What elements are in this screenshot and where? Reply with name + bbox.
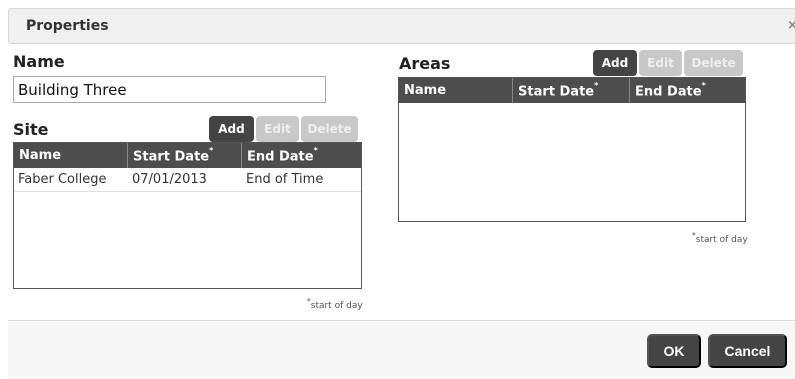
areas-col-start-date[interactable]: Start Date* xyxy=(513,78,630,103)
cancel-button[interactable]: Cancel xyxy=(708,334,787,368)
areas-delete-button[interactable]: Delete xyxy=(684,50,743,76)
footnote-mark: * xyxy=(594,81,599,90)
areas-add-button[interactable]: Add xyxy=(593,50,637,76)
site-edit-button[interactable]: Edit xyxy=(256,116,299,142)
areas-edit-button[interactable]: Edit xyxy=(639,50,682,76)
site-delete-button[interactable]: Delete xyxy=(301,116,358,142)
areas-label: Areas xyxy=(399,54,451,73)
areas-grid-header: Name Start Date* End Date* xyxy=(399,78,745,103)
ok-button[interactable]: OK xyxy=(647,334,701,368)
areas-grid: Name Start Date* End Date* xyxy=(398,77,746,222)
close-icon[interactable]: × xyxy=(787,18,795,33)
site-cell-end: End of Time xyxy=(246,172,324,187)
site-col-end-date[interactable]: End Date* xyxy=(242,143,361,168)
dialog-titlebar: Properties × xyxy=(8,8,795,44)
areas-footnote: *start of day xyxy=(692,231,748,245)
site-label: Site xyxy=(13,120,49,139)
footnote-mark: * xyxy=(701,81,706,90)
site-cell-start: 07/01/2013 xyxy=(132,172,207,187)
table-row[interactable]: Faber College 07/01/2013 End of Time xyxy=(14,168,361,192)
dialog-title: Properties xyxy=(26,18,109,34)
site-cell-name: Faber College xyxy=(18,172,107,187)
site-grid: Name Start Date* End Date* Faber College… xyxy=(13,142,362,289)
site-grid-header: Name Start Date* End Date* xyxy=(14,143,361,168)
site-col-name[interactable]: Name xyxy=(14,143,128,168)
footnote-mark: * xyxy=(209,146,214,155)
name-label: Name xyxy=(13,52,65,71)
site-col-start-date[interactable]: Start Date* xyxy=(128,143,242,168)
areas-col-end-date[interactable]: End Date* xyxy=(630,78,745,103)
properties-dialog: Properties × Name Site Add Edit Delete N… xyxy=(0,0,795,379)
name-input[interactable] xyxy=(13,76,326,103)
site-footnote: *start of day xyxy=(307,297,363,311)
areas-col-name[interactable]: Name xyxy=(399,78,513,103)
dialog-footer: OK Cancel xyxy=(8,321,795,379)
site-add-button[interactable]: Add xyxy=(209,116,254,142)
footnote-mark: * xyxy=(313,146,318,155)
